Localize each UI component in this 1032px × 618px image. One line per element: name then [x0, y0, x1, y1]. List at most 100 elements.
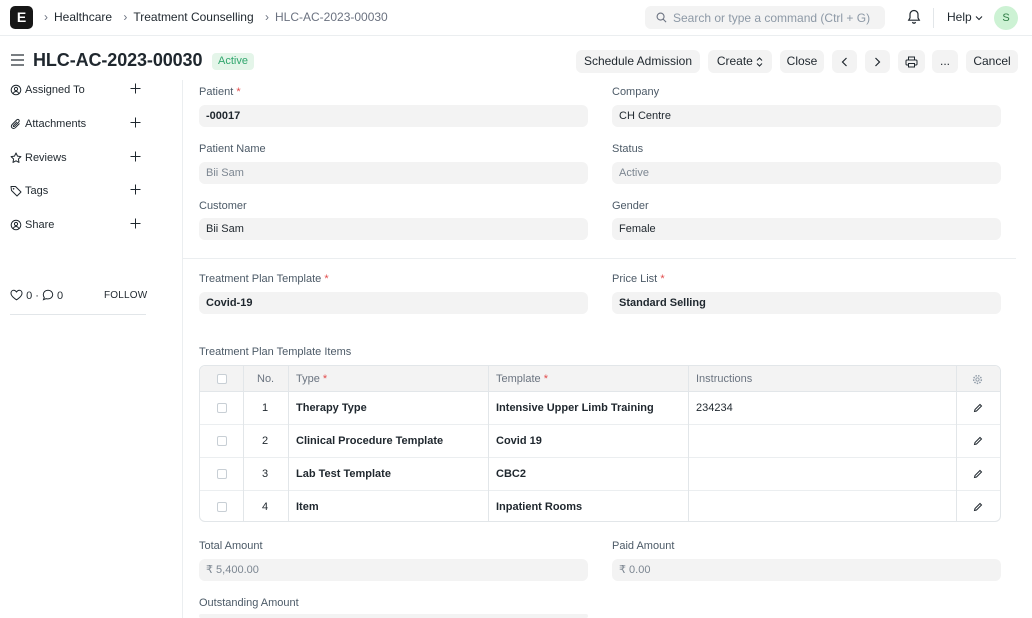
row-checkbox[interactable]: [217, 436, 227, 446]
chevron-right-icon: ›: [44, 10, 48, 24]
row-type[interactable]: Therapy Type: [296, 402, 367, 414]
required-mark: *: [543, 373, 548, 385]
price-list-field[interactable]: Standard Selling: [612, 292, 1001, 314]
row-instructions[interactable]: 234234: [696, 402, 733, 414]
row-type[interactable]: Item: [296, 501, 319, 513]
company-label: Company: [612, 86, 660, 98]
row-template[interactable]: Intensive Upper Limb Training: [496, 402, 654, 414]
print-button[interactable]: [898, 50, 925, 73]
bell-icon[interactable]: [907, 9, 921, 25]
required-mark: *: [324, 273, 329, 285]
edit-icon[interactable]: [973, 502, 983, 512]
create-button[interactable]: Create: [708, 50, 772, 73]
company-field[interactable]: CH Centre: [612, 105, 1001, 127]
row-no: 4: [262, 501, 269, 513]
create-label: Create: [716, 54, 753, 68]
treatment-plan-template-label: Treatment Plan Template *: [199, 273, 329, 285]
column-header-instructions: Instructions: [696, 373, 753, 385]
column-header-no: No.: [257, 373, 275, 385]
outstanding-amount-label: Outstanding Amount: [199, 597, 299, 609]
sidebar-divider: [10, 314, 146, 315]
table-row[interactable]: 4 Item Inpatient Rooms: [200, 491, 1000, 521]
next-button[interactable]: [865, 50, 890, 73]
sidebar-item-reviews[interactable]: Reviews: [10, 150, 145, 170]
chevron-left-icon: [841, 57, 847, 67]
row-template[interactable]: Inpatient Rooms: [496, 501, 582, 513]
table-row[interactable]: 3 Lab Test Template CBC2: [200, 458, 1000, 491]
customer-field[interactable]: Bii Sam: [199, 218, 588, 240]
page-title: HLC-AC-2023-00030: [33, 50, 203, 70]
treatment-plan-template-field[interactable]: Covid-19: [199, 292, 588, 314]
help-label: Help: [947, 10, 972, 24]
plus-icon[interactable]: [130, 83, 141, 94]
row-type[interactable]: Clinical Procedure Template: [296, 435, 443, 447]
search-bar[interactable]: [645, 6, 885, 29]
user-assign-icon: [10, 84, 22, 96]
treatment-plan-template-label-text: Treatment Plan Template: [199, 273, 322, 285]
breadcrumb-current[interactable]: HLC-AC-2023-00030: [275, 10, 388, 24]
share-icon: [10, 219, 22, 231]
previous-button[interactable]: [832, 50, 857, 73]
comments-count: 0: [57, 290, 64, 302]
edit-icon[interactable]: [973, 436, 983, 446]
patient-name-field: Bii Sam: [199, 162, 588, 184]
breadcrumb-healthcare[interactable]: Healthcare: [54, 10, 112, 24]
hamburger-icon[interactable]: [11, 54, 24, 66]
gear-icon[interactable]: [972, 374, 983, 385]
comment-icon[interactable]: [42, 289, 54, 301]
row-type[interactable]: Lab Test Template: [296, 468, 391, 480]
row-checkbox[interactable]: [217, 403, 227, 413]
gender-field[interactable]: Female: [612, 218, 1001, 240]
follow-button[interactable]: FOLLOW: [104, 290, 147, 301]
column-divider: [488, 366, 489, 521]
sidebar-item-label: Assigned To: [25, 84, 85, 96]
required-mark: *: [322, 373, 328, 385]
search-input[interactable]: [673, 9, 878, 26]
row-template[interactable]: Covid 19: [496, 435, 542, 447]
row-checkbox[interactable]: [217, 502, 227, 512]
chevron-down-icon: [975, 15, 983, 21]
table-row[interactable]: 1 Therapy Type Intensive Upper Limb Trai…: [200, 392, 1000, 425]
sidebar-item-attachments[interactable]: Attachments: [10, 116, 145, 136]
sidebar-item-assigned-to[interactable]: Assigned To: [10, 82, 145, 102]
app-logo[interactable]: E: [10, 6, 33, 29]
edit-icon[interactable]: [973, 403, 983, 413]
table-header: No. Type * Template * Instructions: [200, 366, 1000, 392]
column-header-type: Type *: [296, 373, 327, 385]
top-navbar: E › Healthcare › Treatment Counselling › HL…: [0, 0, 1032, 36]
row-no: 2: [262, 435, 269, 447]
column-header-template: Template *: [496, 373, 548, 385]
sidebar-item-label: Reviews: [25, 152, 67, 164]
row-checkbox[interactable]: [217, 469, 227, 479]
close-button[interactable]: Close: [780, 50, 824, 73]
schedule-admission-button[interactable]: Schedule Admission: [576, 50, 700, 73]
paid-amount-label: Paid Amount: [612, 540, 675, 552]
chevron-right-icon: ›: [123, 10, 128, 24]
help-menu[interactable]: Help: [947, 10, 983, 24]
more-options-button[interactable]: ...: [932, 50, 958, 73]
sort-icon: [756, 57, 763, 67]
cancel-button[interactable]: Cancel: [966, 50, 1018, 73]
plus-icon[interactable]: [130, 218, 141, 229]
avatar[interactable]: S: [994, 6, 1018, 30]
column-divider: [243, 366, 244, 521]
sidebar-item-tags[interactable]: Tags: [10, 183, 145, 203]
edit-icon[interactable]: [973, 469, 983, 479]
sidebar-item-share[interactable]: Share: [10, 217, 145, 237]
select-all-checkbox[interactable]: [217, 374, 227, 384]
plus-icon[interactable]: [130, 184, 141, 195]
row-template[interactable]: CBC2: [496, 468, 526, 480]
patient-field[interactable]: -00017: [199, 105, 588, 127]
table-row[interactable]: 2 Clinical Procedure Template Covid 19: [200, 425, 1000, 458]
separator-dot: ·: [35, 290, 39, 302]
breadcrumb-treatment-counselling[interactable]: Treatment Counselling: [133, 10, 253, 24]
column-divider: [688, 366, 689, 521]
required-mark: *: [660, 273, 665, 285]
heart-icon[interactable]: [10, 289, 23, 301]
price-list-label-text: Price List: [612, 273, 658, 285]
plus-icon[interactable]: [130, 117, 141, 128]
items-table: No. Type * Template * Instructions 1 The…: [199, 365, 1001, 522]
printer-icon: [905, 56, 918, 68]
plus-icon[interactable]: [130, 151, 141, 162]
likes-comments: 0 · 0: [10, 289, 63, 302]
